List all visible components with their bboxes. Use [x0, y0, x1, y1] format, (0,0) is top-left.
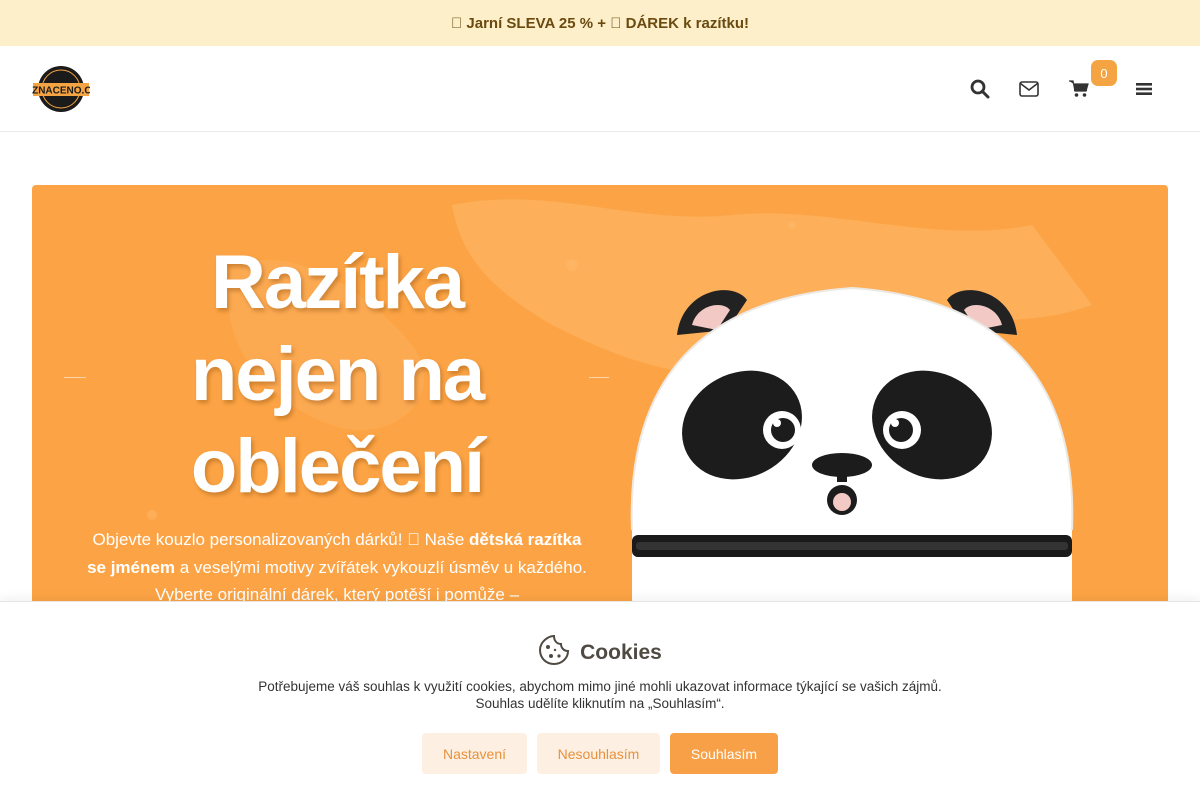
search-icon[interactable]	[969, 78, 991, 100]
cart-icon[interactable]	[1068, 78, 1090, 100]
promo-bar[interactable]:   Jarní SLEVA 25 % +   DÁREK k razítku!	[0, 0, 1200, 46]
envelope-icon[interactable]	[1018, 78, 1040, 100]
cookie-decline-button[interactable]: Nesouhlasím	[537, 733, 660, 774]
hero-title-line: nejen na	[190, 332, 485, 417]
panda-stamp-image	[630, 286, 1074, 615]
svg-text:OZNACENO.CZ: OZNACENO.CZ	[32, 86, 90, 97]
cookie-consent-panel: Cookies Potřebujeme váš souhlas k využit…	[0, 601, 1200, 800]
cookie-title: Cookies	[580, 640, 662, 664]
site-logo[interactable]: OZNACENO.CZ	[24, 65, 98, 113]
hero-description: Objevte kouzlo personalizovaných dárků! …	[82, 526, 592, 609]
cookie-accept-button[interactable]: Souhlasím	[670, 733, 778, 774]
hero-text-part: Objevte kouzlo personalizovaných dárků! …	[92, 530, 470, 549]
hero-title-line: oblečení	[190, 424, 485, 509]
menu-icon[interactable]	[1133, 78, 1155, 100]
cookie-description: Potřebujeme váš souhlas k využití cookie…	[0, 678, 1200, 712]
hero-text-part: a veselými motivy zvířátek vykouzlí úsmě…	[154, 557, 587, 605]
hero-banner[interactable]: Razítka nejen na oblečení Objevte kouzlo…	[32, 185, 1168, 615]
cookie-header: Cookies	[0, 634, 1200, 671]
hero-title-line: Razítka	[210, 240, 465, 325]
cookie-settings-button[interactable]: Nastavení	[422, 733, 527, 774]
cookie-text-line: Souhlas udělíte kliknutím na „Souhlasím“…	[475, 696, 725, 711]
site-header: OZNACENO.CZ 0	[0, 46, 1200, 132]
cookie-text-line: Potřebujeme váš souhlas k využití cookie…	[258, 679, 942, 694]
cookie-icon	[538, 634, 570, 671]
hero-title: Razítka nejen na oblečení	[32, 237, 642, 513]
cart-count-badge: 0	[1091, 60, 1117, 86]
promo-text[interactable]:   Jarní SLEVA 25 % +   DÁREK k razítku!	[451, 15, 749, 32]
